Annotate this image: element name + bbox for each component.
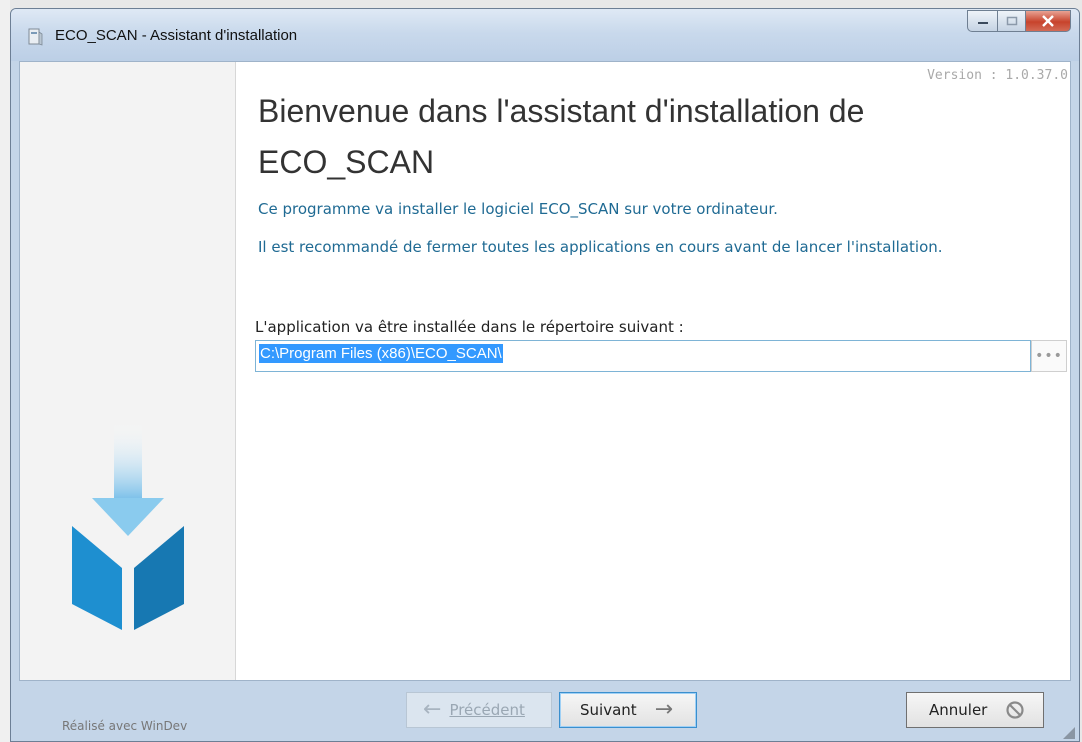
wizard-content: Version : 1.0.37.0 Bienvenue dans l'assi… <box>19 61 1071 681</box>
install-download-icon <box>72 422 184 630</box>
cancel-button[interactable]: Annuler <box>906 692 1044 728</box>
windev-credit: Réalisé avec WinDev <box>62 719 188 733</box>
previous-button-label: Précédent <box>449 701 525 719</box>
description-line-1: Ce programme va installer le logiciel EC… <box>258 200 778 218</box>
browse-button[interactable]: ••• <box>1031 340 1067 372</box>
wizard-sidebar <box>20 62 236 680</box>
page-title: Bienvenue dans l'assistant d'installatio… <box>258 93 865 180</box>
close-icon <box>1042 15 1054 27</box>
install-directory-label: L'application va être installée dans le … <box>255 318 684 336</box>
installer-window: ECO_SCAN - Assistant d'installation Vers… <box>10 8 1080 742</box>
install-directory-input[interactable]: C:\Program Files (x86)\ECO_SCAN\ <box>255 340 1031 372</box>
cancel-icon <box>1006 701 1024 719</box>
cancel-button-label: Annuler <box>929 701 988 719</box>
wizard-footer: Réalisé avec WinDev ← Précédent Suivant … <box>11 681 1079 741</box>
maximize-icon <box>1006 16 1017 26</box>
resize-grip-icon[interactable] <box>1063 727 1075 739</box>
install-directory-value: C:\Program Files (x86)\ECO_SCAN\ <box>259 344 503 363</box>
description-line-2: Il est recommandé de fermer toutes les a… <box>258 238 943 256</box>
arrow-right-icon: → <box>654 697 674 722</box>
close-button[interactable] <box>1025 10 1071 32</box>
minimize-button[interactable] <box>967 10 997 32</box>
window-title: ECO_SCAN - Assistant d'installation <box>55 27 298 44</box>
previous-button[interactable]: ← Précédent <box>406 692 552 728</box>
minimize-icon <box>977 22 988 24</box>
desktop-background <box>0 0 10 742</box>
version-label: Version : 1.0.37.0 <box>927 68 1068 83</box>
arrow-left-icon: ← <box>423 697 442 722</box>
next-button[interactable]: Suivant → <box>559 692 697 728</box>
next-button-label: Suivant <box>580 701 637 719</box>
installer-icon <box>28 28 43 46</box>
maximize-button[interactable] <box>997 10 1025 32</box>
title-bar[interactable]: ECO_SCAN - Assistant d'installation <box>11 9 1079 61</box>
caption-buttons <box>967 10 1071 32</box>
